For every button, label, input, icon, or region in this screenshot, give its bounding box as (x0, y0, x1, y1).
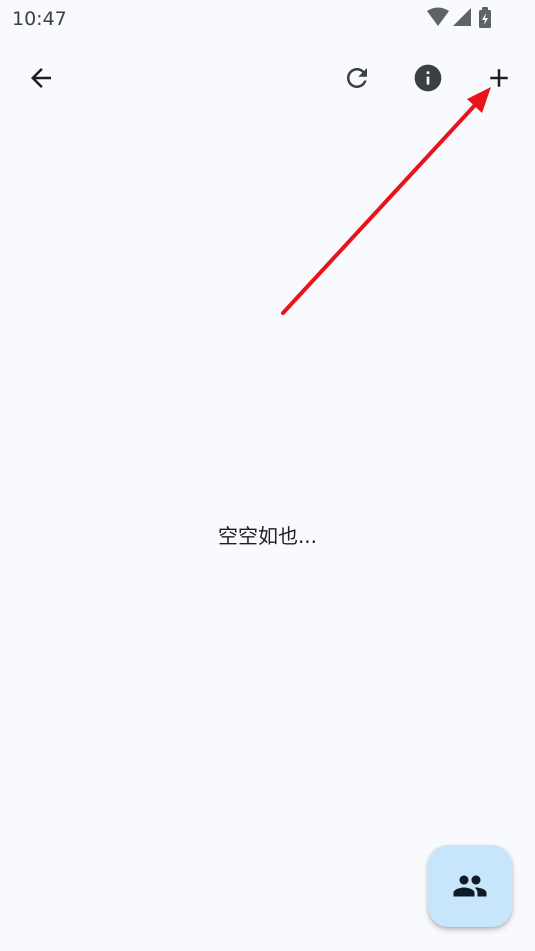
back-button[interactable] (17, 54, 65, 102)
info-icon (414, 64, 442, 92)
signal-icon (453, 8, 471, 26)
arrow-back-icon (31, 68, 51, 88)
status-bar: 10:47 (0, 0, 535, 38)
empty-state-message: 空空如也... (217, 524, 318, 548)
wifi-icon (427, 7, 449, 26)
info-button[interactable] (404, 54, 452, 102)
add-button[interactable] (475, 54, 523, 102)
people-icon (453, 875, 487, 897)
annotation-arrow (281, 87, 491, 315)
contacts-fab[interactable] (428, 845, 512, 927)
refresh-icon (347, 68, 367, 88)
status-icons (427, 7, 491, 28)
battery-charging-icon (479, 7, 491, 28)
plus-icon (490, 69, 508, 87)
status-time: 10:47 (12, 8, 67, 30)
top-app-bar (0, 54, 535, 102)
refresh-button[interactable] (333, 54, 381, 102)
